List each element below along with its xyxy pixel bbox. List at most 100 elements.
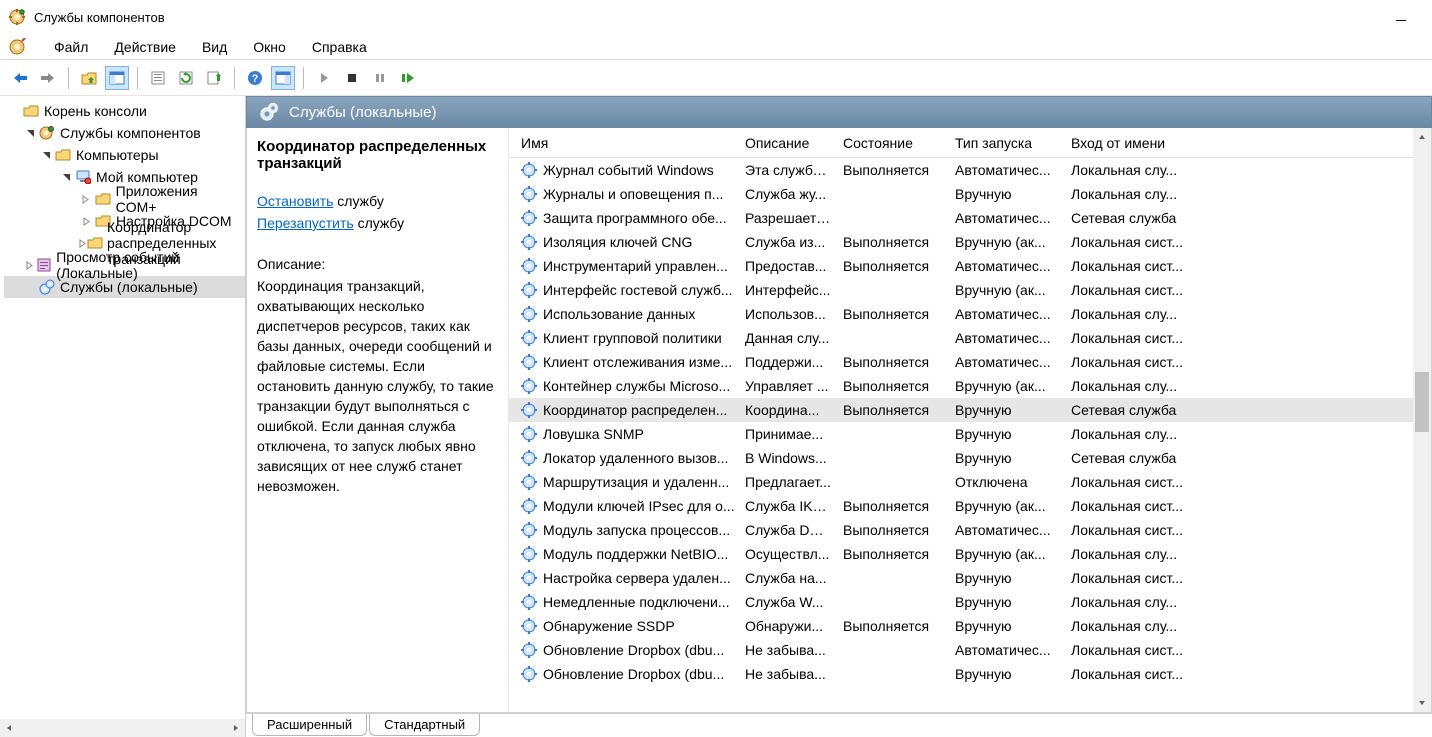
tree-event-viewer[interactable]: Просмотр событий (Локальные): [4, 254, 245, 276]
services-list: Имя Описание Состояние Тип запуска Вход …: [509, 128, 1431, 712]
play-button[interactable]: [312, 66, 336, 90]
chevron-right-icon[interactable]: [78, 195, 94, 204]
service-row[interactable]: Контейнер службы Microso...Управляет ...…: [509, 374, 1431, 398]
cell-logon: Локальная сист...: [1065, 282, 1205, 298]
cell-start: Вручную (ак...: [949, 378, 1065, 394]
tree-svc-comp[interactable]: Службы компонентов: [4, 122, 245, 144]
cell-logon: Локальная слу...: [1065, 186, 1205, 202]
service-row[interactable]: Защита программного обе...Разрешает ...А…: [509, 206, 1431, 230]
service-row[interactable]: Обновление Dropbox (dbu...Не забыва...Вр…: [509, 662, 1431, 686]
chevron-down-icon[interactable]: [38, 151, 54, 160]
menu-file[interactable]: Файл: [50, 37, 92, 57]
cell-desc: Служба IKE...: [739, 498, 837, 514]
cell-desc: Служба DC...: [739, 522, 837, 538]
cell-logon: Локальная слу...: [1065, 594, 1205, 610]
service-row[interactable]: Клиент отслеживания изме...Поддержи...Вы…: [509, 350, 1431, 374]
tab-standard[interactable]: Стандартный: [369, 714, 480, 736]
col-state[interactable]: Состояние: [837, 135, 949, 151]
col-start[interactable]: Тип запуска: [949, 135, 1065, 151]
cell-logon: Локальная сист...: [1065, 666, 1205, 682]
cell-start: Вручную: [949, 402, 1065, 418]
cell-desc: Предостав...: [739, 258, 837, 274]
service-row[interactable]: Модуль запуска процессов...Служба DC...В…: [509, 518, 1431, 542]
scroll-track[interactable]: [18, 719, 227, 737]
stop-link[interactable]: Остановить: [257, 193, 333, 209]
stop-button[interactable]: [340, 66, 364, 90]
show-tree-button[interactable]: [105, 66, 129, 90]
service-row[interactable]: Журналы и оповещения п...Служба жу...Вру…: [509, 182, 1431, 206]
service-row[interactable]: Модуль поддержки NetBIO...Осуществл...Вы…: [509, 542, 1431, 566]
cell-desc: Служба из...: [739, 234, 837, 250]
chevron-right-icon[interactable]: [78, 239, 87, 248]
service-row[interactable]: Координатор распределен...Координа...Вып…: [509, 398, 1431, 422]
folder-icon: [94, 191, 112, 207]
menu-action[interactable]: Действие: [110, 37, 180, 57]
cell-start: Вручную (ак...: [949, 282, 1065, 298]
tree-com-apps[interactable]: Приложения COM+: [4, 188, 245, 210]
scroll-left-icon[interactable]: [0, 719, 18, 737]
gear-icon: [521, 570, 537, 586]
chevron-right-icon[interactable]: [78, 217, 94, 226]
vertical-scrollbar[interactable]: [1413, 128, 1431, 712]
tree-root[interactable]: Корень консоли: [4, 100, 245, 122]
menu-view[interactable]: Вид: [198, 37, 231, 57]
mmc-icon: [8, 38, 26, 56]
service-name: Инструментарий управлен...: [543, 258, 728, 274]
show-actions-button[interactable]: [271, 66, 295, 90]
service-row[interactable]: Настройка сервера удален...Служба на...В…: [509, 566, 1431, 590]
app-icon: [8, 8, 26, 26]
refresh-button[interactable]: [174, 66, 198, 90]
gear-icon: [521, 522, 537, 538]
service-row[interactable]: Маршрутизация и удаленн...Предлагает...О…: [509, 470, 1431, 494]
menu-window[interactable]: Окно: [249, 37, 290, 57]
service-row[interactable]: Немедленные подключени...Служба W...Вруч…: [509, 590, 1431, 614]
scroll-down-icon[interactable]: [1413, 694, 1431, 712]
restart-button[interactable]: [396, 66, 420, 90]
pause-button[interactable]: [368, 66, 392, 90]
minimize-button[interactable]: [1378, 2, 1424, 32]
service-row[interactable]: Использование данныхИспользов...Выполняе…: [509, 302, 1431, 326]
chevron-right-icon[interactable]: [22, 261, 36, 270]
service-row[interactable]: Локатор удаленного вызов...В Windows...В…: [509, 446, 1431, 470]
col-name[interactable]: Имя: [515, 135, 739, 151]
service-row[interactable]: Изоляция ключей CNGСлужба из...Выполняет…: [509, 230, 1431, 254]
gear-icon: [521, 426, 537, 442]
service-row[interactable]: Журнал событий WindowsЭта служба...Выпол…: [509, 158, 1431, 182]
cell-logon: Сетевая служба: [1065, 450, 1205, 466]
help-button[interactable]: ?: [243, 66, 267, 90]
cell-start: Вручную (ак...: [949, 234, 1065, 250]
restart-link[interactable]: Перезапустить: [257, 215, 354, 231]
tree-computers[interactable]: Компьютеры: [4, 144, 245, 166]
service-row[interactable]: Инструментарий управлен...Предостав...Вы…: [509, 254, 1431, 278]
service-row[interactable]: Обнаружение SSDPОбнаружи...ВыполняетсяВр…: [509, 614, 1431, 638]
tree[interactable]: Корень консоли Службы компонентов Компью…: [4, 100, 245, 298]
list-rows[interactable]: Журнал событий WindowsЭта служба...Выпол…: [509, 158, 1431, 712]
cell-name: Интерфейс гостевой служб...: [515, 282, 739, 298]
cell-name: Инструментарий управлен...: [515, 258, 739, 274]
chevron-down-icon[interactable]: [58, 173, 74, 182]
scrollbar-thumb[interactable]: [1415, 372, 1429, 432]
cell-desc: Эта служба...: [739, 162, 837, 178]
service-row[interactable]: Ловушка SNMPПринимае...ВручнуюЛокальная …: [509, 422, 1431, 446]
service-row[interactable]: Модули ключей IPsec для о...Служба IKE..…: [509, 494, 1431, 518]
tree-horizontal-scrollbar[interactable]: [0, 719, 245, 737]
cell-logon: Локальная сист...: [1065, 234, 1205, 250]
cell-desc: Предлагает...: [739, 474, 837, 490]
forward-button[interactable]: [36, 66, 60, 90]
menu-help[interactable]: Справка: [308, 37, 371, 57]
service-row[interactable]: Интерфейс гостевой служб...Интерфейс...В…: [509, 278, 1431, 302]
service-row[interactable]: Клиент групповой политикиДанная слу...Ав…: [509, 326, 1431, 350]
col-desc[interactable]: Описание: [739, 135, 837, 151]
service-name: Обновление Dropbox (dbu...: [543, 666, 724, 682]
panel-title: Службы (локальные): [289, 104, 436, 121]
scroll-up-icon[interactable]: [1413, 128, 1431, 146]
back-button[interactable]: [8, 66, 32, 90]
col-logon[interactable]: Вход от имени: [1065, 135, 1205, 151]
scroll-right-icon[interactable]: [227, 719, 245, 737]
up-button[interactable]: [77, 66, 101, 90]
chevron-down-icon[interactable]: [22, 129, 38, 138]
properties-button[interactable]: [146, 66, 170, 90]
service-row[interactable]: Обновление Dropbox (dbu...Не забыва...Ав…: [509, 638, 1431, 662]
tab-extended[interactable]: Расширенный: [252, 714, 367, 736]
export-button[interactable]: [202, 66, 226, 90]
